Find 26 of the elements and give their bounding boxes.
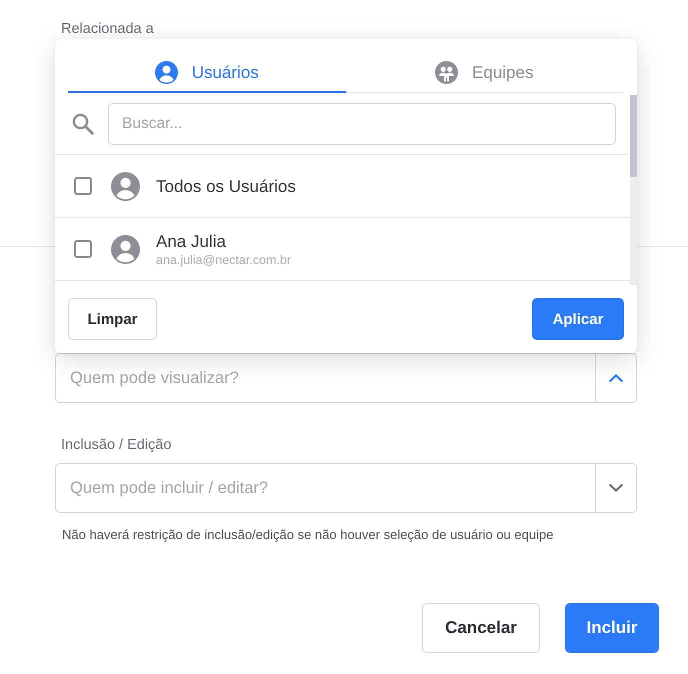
checkbox[interactable]	[74, 240, 92, 258]
user-name: Ana Julia	[156, 230, 226, 252]
chevron-down-icon[interactable]	[609, 484, 623, 492]
select-field[interactable]: Quem pode incluir / editar?	[55, 463, 637, 513]
checkbox[interactable]	[74, 177, 92, 195]
people-icon	[435, 61, 458, 84]
user-avatar-icon	[111, 172, 140, 200]
user-icon	[154, 61, 178, 84]
apply-button[interactable]: Aplicar	[532, 298, 624, 340]
user-name: Todos os Usuários	[156, 176, 296, 196]
submit-button[interactable]: Incluir	[565, 603, 659, 653]
user-email: ana.julia@nectar.com.br	[156, 252, 291, 268]
chevron-up-icon[interactable]	[609, 374, 623, 382]
hint-text: Não haverá restrição de inclusão/edição se não houver seleção de usuário ou equipe	[62, 527, 554, 543]
field-label: Inclusão / Edição	[61, 436, 172, 454]
scrollbar-track[interactable]	[630, 95, 637, 285]
user-avatar-icon	[111, 234, 140, 264]
tab[interactable]: Equipes	[346, 55, 623, 93]
clear-button[interactable]: Limpar	[68, 298, 157, 340]
search-icon	[72, 113, 94, 135]
select-field[interactable]: Quem pode visualizar?	[55, 353, 637, 403]
scrollbar-thumb[interactable]	[630, 95, 637, 177]
cancel-button[interactable]: Cancelar	[422, 603, 540, 653]
field-label: Relacionada a	[61, 20, 154, 39]
tab[interactable]: Usuários	[68, 55, 346, 93]
search-field[interactable]: Buscar...	[108, 103, 616, 145]
